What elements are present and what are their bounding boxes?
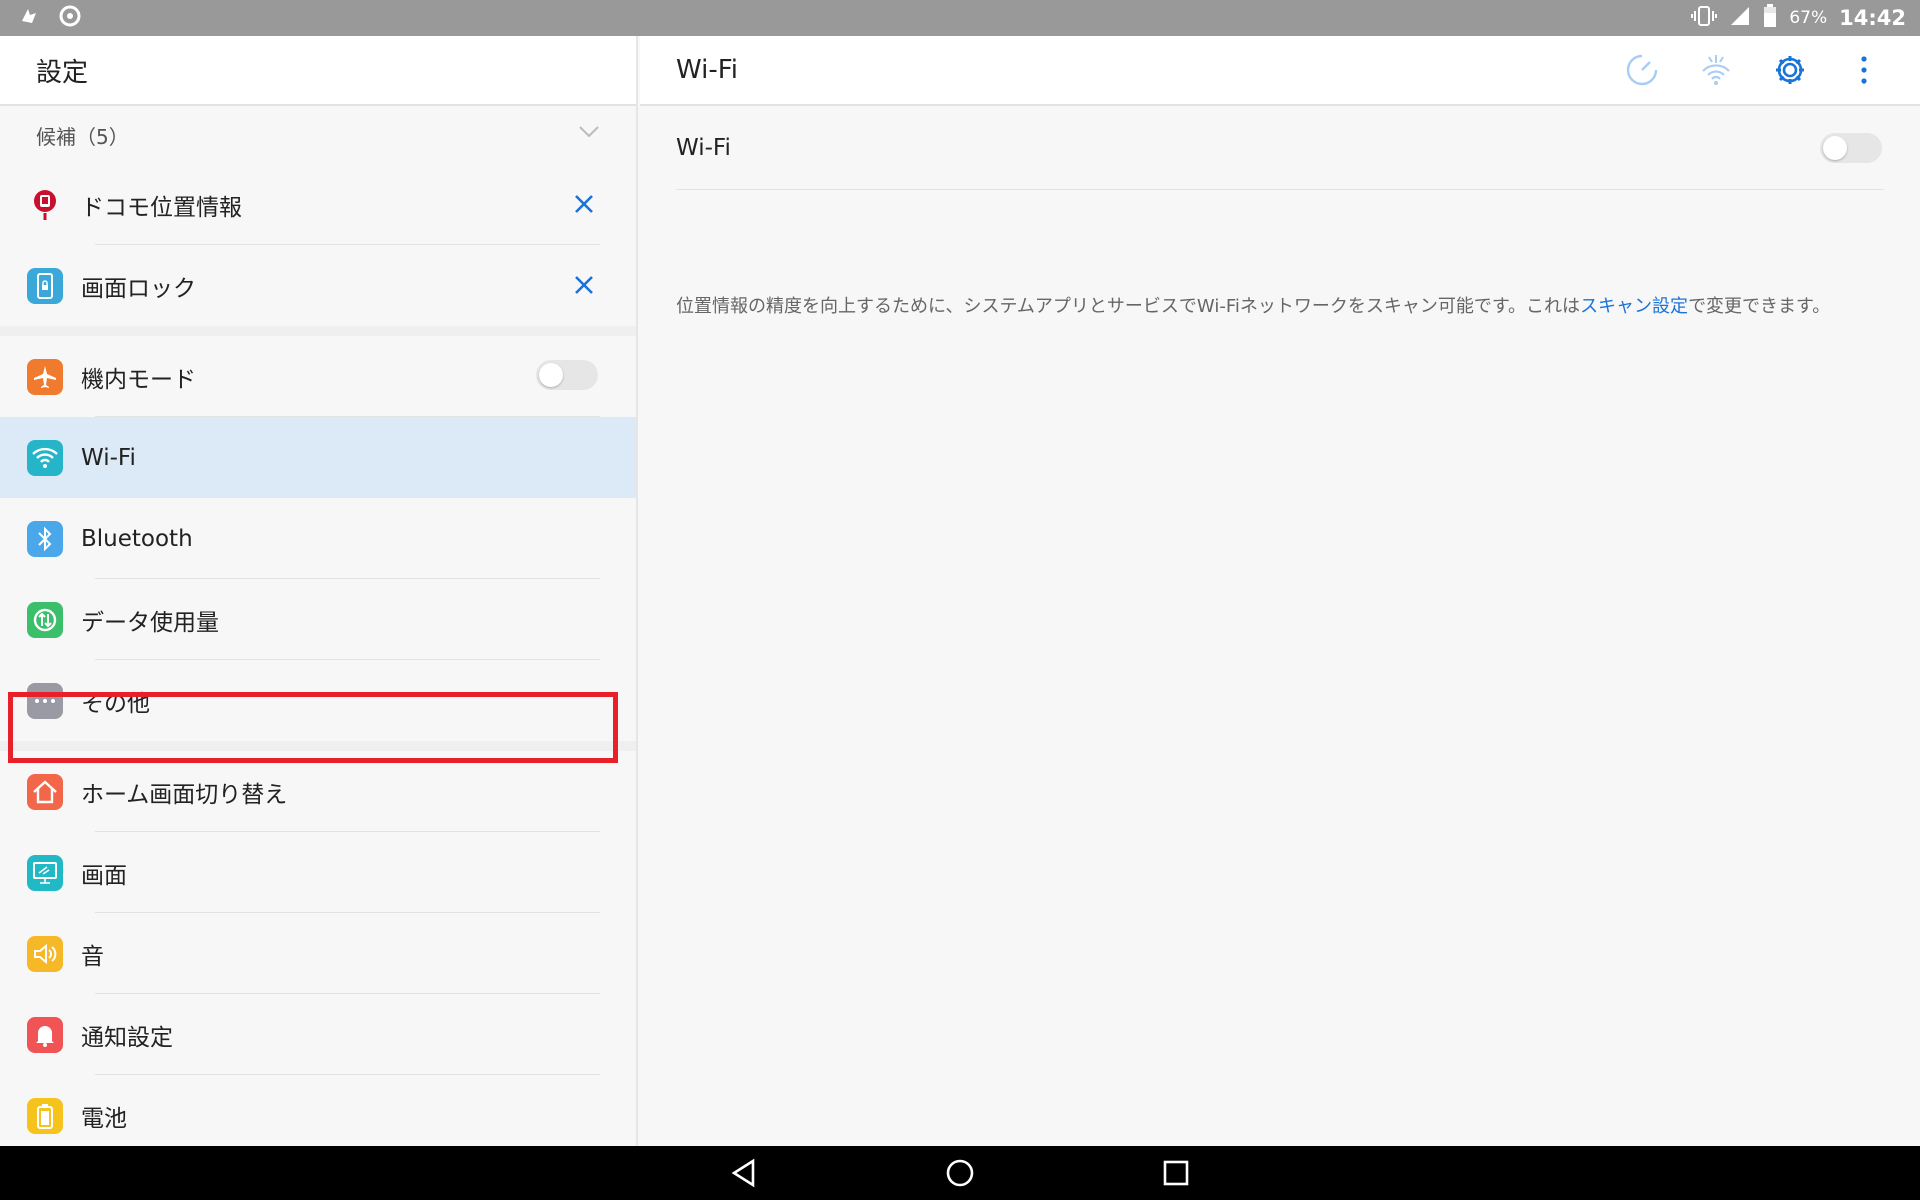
header-actions [1624, 52, 1882, 88]
recents-icon[interactable] [1158, 1155, 1194, 1191]
sidebar-item-label: Wi-Fi [81, 444, 136, 471]
sidebar-item-sound[interactable]: 音 [0, 913, 636, 994]
battery-icon [27, 1097, 63, 1134]
sidebar-item-label: その他 [81, 690, 150, 717]
display-icon [27, 854, 63, 891]
speed-test-icon[interactable] [1624, 52, 1660, 88]
scan-info-text: 位置情報の精度を向上するために、システムアプリとサービスでWi-Fiネットワーク… [676, 292, 1830, 318]
battery-percent: 67% [1789, 8, 1828, 28]
section-gap [0, 741, 636, 751]
clock: 14:42 [1839, 6, 1906, 30]
suggestion-screen-lock[interactable]: 画面ロック [0, 245, 636, 326]
navigation-bar [0, 1146, 1920, 1200]
bluetooth-icon [27, 520, 63, 557]
settings-title-bar: 設定 [0, 36, 636, 106]
status-bar: 67% 14:42 [0, 0, 1920, 36]
suggestions-label: 候補（5） [36, 124, 129, 149]
suggestion-label: ドコモ位置情報 [81, 194, 242, 221]
wifi-icon [27, 439, 63, 476]
sidebar-item-wifi[interactable]: Wi-Fi [0, 417, 636, 498]
wifi-toggle-row[interactable]: Wi-Fi [676, 106, 1884, 190]
suggestion-docomo-location[interactable]: ドコモ位置情報 [0, 164, 636, 245]
sidebar-item-label: 通知設定 [81, 1024, 173, 1051]
toggle-knob [539, 363, 563, 387]
sidebar-item-label: 機内モード [81, 366, 196, 393]
sidebar-item-label: 画面 [81, 862, 127, 889]
airplane-mode-toggle[interactable] [536, 360, 598, 390]
sidebar-item-label: Bluetooth [81, 525, 193, 552]
suggestion-label: 画面ロック [81, 275, 196, 302]
sidebar-item-label: データ使用量 [81, 609, 219, 636]
section-gap [0, 326, 636, 336]
dismiss-suggestion-close-icon[interactable] [570, 271, 598, 299]
docomo-location-icon [27, 187, 63, 223]
info-text-before: 位置情報の精度を向上するために、システムアプリとサービスでWi-Fiネットワーク… [676, 296, 1581, 317]
toggle-knob [1823, 136, 1847, 160]
sidebar-item-more[interactable]: その他 [0, 660, 636, 741]
sidebar-item-label: 音 [81, 943, 104, 970]
detail-title: Wi-Fi [676, 55, 739, 85]
app-notification-icon [18, 5, 40, 31]
sidebar-item-battery[interactable]: 電池 [0, 1075, 636, 1146]
suggestions-header[interactable]: 候補（5） [0, 106, 636, 164]
sync-notification-icon [58, 4, 82, 32]
network-settings-group: 機内モード Wi-Fi Bluetooth データ使用量 その他 [0, 336, 636, 741]
data-usage-icon [27, 601, 63, 638]
overflow-menu-icon[interactable] [1846, 52, 1882, 88]
vibrate-icon [1691, 5, 1718, 32]
wifi-toggle[interactable] [1820, 133, 1882, 163]
device-settings-group: ホーム画面切り替え 画面 音 通知設定 電池 [0, 751, 636, 1146]
more-icon [27, 682, 63, 719]
gear-icon[interactable] [1772, 52, 1808, 88]
battery-status-icon [1763, 3, 1777, 33]
sidebar-item-bluetooth[interactable]: Bluetooth [0, 498, 636, 579]
home-button-icon[interactable] [942, 1155, 978, 1191]
settings-list-pane: 設定 候補（5） ドコモ位置情報 画面ロック 機内モード Wi-Fi Bluet… [0, 36, 638, 1146]
back-icon[interactable] [726, 1155, 762, 1191]
dismiss-suggestion-close-icon[interactable] [570, 190, 598, 218]
wifi-title-bar: Wi-Fi [640, 36, 1920, 106]
wifi-scan-icon[interactable] [1698, 52, 1734, 88]
suggestions-group: ドコモ位置情報 画面ロック [0, 164, 636, 326]
home-icon [27, 773, 63, 810]
sidebar-item-label: ホーム画面切り替え [81, 781, 288, 808]
wifi-label: Wi-Fi [676, 134, 731, 161]
chevron-down-icon[interactable] [578, 120, 600, 144]
notification-icon [27, 1016, 63, 1053]
wifi-detail-pane: Wi-Fi Wi-Fi 位置情報の精度を向上するために、システムアプリとサービス… [640, 36, 1920, 1146]
sidebar-item-label: 電池 [81, 1105, 127, 1132]
sidebar-item-display[interactable]: 画面 [0, 832, 636, 913]
sidebar-item-home-switch[interactable]: ホーム画面切り替え [0, 751, 636, 832]
screen-lock-icon [27, 267, 63, 304]
sound-icon [27, 935, 63, 972]
sidebar-item-notifications[interactable]: 通知設定 [0, 994, 636, 1075]
sidebar-item-data-usage[interactable]: データ使用量 [0, 579, 636, 660]
signal-icon [1729, 5, 1751, 32]
info-text-after: で変更できます。 [1688, 296, 1831, 317]
airplane-icon [27, 358, 63, 395]
sidebar-item-airplane-mode[interactable]: 機内モード [0, 336, 636, 417]
scan-settings-link[interactable]: スキャン設定 [1580, 296, 1688, 317]
page-title: 設定 [36, 57, 89, 88]
